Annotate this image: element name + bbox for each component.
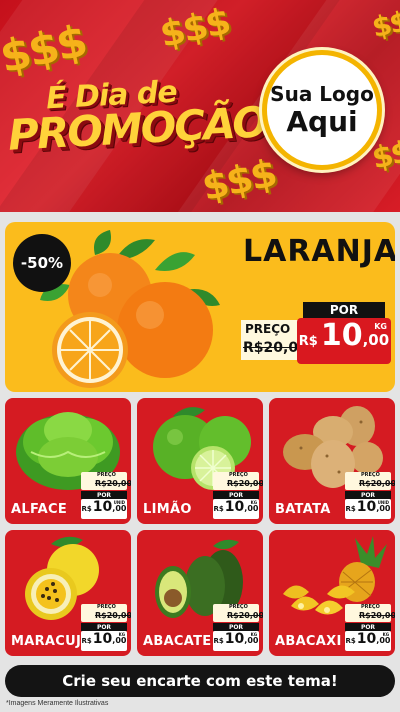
new-price-box: R$ 10 ,00 KG — [81, 631, 127, 651]
price-decimal: ,00 — [362, 331, 390, 349]
create-flyer-button[interactable]: Crie seu encarte com este tema! — [5, 665, 395, 697]
price-decimal: ,00 — [376, 504, 391, 513]
por-label: POR — [213, 623, 259, 631]
product-name: MARACUJÁ — [11, 634, 92, 649]
old-price-label: PREÇO — [361, 604, 380, 610]
currency-symbol: R$ — [298, 334, 318, 349]
product-name: ABACATE — [143, 634, 212, 649]
product-card[interactable]: MARACUJÁ PREÇO R$20,00 POR R$ 10 ,00 KG — [5, 530, 131, 656]
price-integer: 10 — [320, 318, 363, 353]
logo-placeholder[interactable]: Sua Logo Aqui — [262, 50, 382, 170]
price-integer: 10 — [356, 499, 377, 515]
product-card[interactable]: ABACATE PREÇO R$20,00 POR R$ 10 ,00 KG — [137, 530, 263, 656]
product-name: ABACAXI — [275, 634, 342, 649]
product-card[interactable]: BATATA PREÇO R$20,00 POR R$ 10 ,00 UNID — [269, 398, 395, 524]
product-card[interactable]: LIMÃO PREÇO R$20,00 POR R$ 10 ,00 KG — [137, 398, 263, 524]
price-decimal: ,00 — [244, 636, 259, 645]
product-name: LIMÃO — [143, 502, 192, 517]
price-decimal: ,00 — [112, 636, 127, 645]
old-price-box: PREÇO R$20,00 — [81, 472, 131, 490]
price-unit: UNID — [113, 500, 125, 505]
price-unit: KG — [374, 322, 387, 331]
old-price: R$20,00 — [95, 479, 131, 488]
currency-symbol: R$ — [345, 637, 356, 645]
price-integer: 10 — [224, 499, 245, 515]
logo-text-line2: Aqui — [286, 105, 358, 138]
featured-product-name: LARANJA — [243, 234, 395, 269]
price-decimal: ,00 — [376, 636, 391, 645]
old-price-label: PREÇO — [97, 604, 116, 610]
currency-symbol: R$ — [345, 505, 356, 513]
por-label: POR — [345, 491, 391, 499]
por-label: POR — [213, 491, 259, 499]
old-price-label: PREÇO — [97, 472, 116, 478]
logo-text-line1: Sua Logo — [270, 82, 374, 106]
old-price: R$20,00 — [227, 479, 263, 488]
product-name: BATATA — [275, 502, 331, 517]
price-decimal: ,00 — [112, 504, 127, 513]
old-price-label: PREÇO — [229, 472, 248, 478]
price-unit: KG — [118, 632, 125, 637]
old-price-label: PREÇO — [229, 604, 248, 610]
price-unit: KG — [382, 632, 389, 637]
product-card[interactable]: ABACAXI PREÇO R$20,00 POR R$ 10 ,00 KG — [269, 530, 395, 656]
currency-symbol: R$ — [81, 505, 92, 513]
old-price: R$20,00 — [95, 611, 131, 620]
old-price: R$20,00 — [227, 611, 263, 620]
price-unit: KG — [250, 632, 257, 637]
old-price-box: PREÇO R$20,00 — [345, 472, 395, 490]
new-price-box: R$ 10 ,00 KG — [213, 499, 259, 519]
por-label: POR — [81, 623, 127, 631]
price-unit: UNID — [377, 500, 389, 505]
por-label: POR — [303, 302, 385, 318]
por-label: POR — [345, 623, 391, 631]
por-label: POR — [81, 491, 127, 499]
discount-badge: -50% — [13, 234, 71, 292]
old-price-box: PREÇO R$20,00 — [213, 604, 263, 622]
price-tag: PREÇO R$20,00 POR R$ 10 ,00 UNID — [345, 472, 395, 522]
new-price-box: R$ 10 ,00 KG — [213, 631, 259, 651]
currency-symbol: R$ — [81, 637, 92, 645]
price-tag: PREÇO R$20,00 POR R$ 10 ,00 UNID — [81, 472, 131, 522]
featured-price-tag: POR PREÇO R$20,00 R$ 10 ,00 KG — [241, 302, 391, 366]
new-price-box: R$ 10 ,00 UNID — [345, 499, 391, 519]
old-price-label: PREÇO — [361, 472, 380, 478]
promo-header: $$$ $$$ $$$ $$$ $$$ É Dia de PROMOÇÃO Su… — [0, 0, 400, 212]
disclaimer-text: *Imagens Meramente Ilustrativas — [6, 700, 109, 707]
new-price-box: R$ 10 ,00 KG — [297, 318, 391, 364]
product-name: ALFACE — [11, 502, 68, 517]
price-decimal: ,00 — [244, 504, 259, 513]
price-unit: KG — [250, 500, 257, 505]
price-integer: 10 — [224, 631, 245, 647]
price-integer: 10 — [92, 631, 113, 647]
price-integer: 10 — [92, 499, 113, 515]
featured-product-card[interactable]: -50% LARANJA POR PREÇO R$20,00 R$ 10 ,00… — [5, 222, 395, 392]
old-price: R$20,00 — [359, 479, 395, 488]
currency-symbol: R$ — [213, 637, 224, 645]
old-price: R$20,00 — [359, 611, 395, 620]
old-price-label: PREÇO — [245, 322, 291, 336]
price-tag: PREÇO R$20,00 POR R$ 10 ,00 KG — [345, 604, 395, 654]
old-price-box: PREÇO R$20,00 — [345, 604, 395, 622]
price-integer: 10 — [356, 631, 377, 647]
new-price-box: R$ 10 ,00 KG — [345, 631, 391, 651]
new-price-box: R$ 10 ,00 UNID — [81, 499, 127, 519]
old-price-box: PREÇO R$20,00 — [213, 472, 263, 490]
old-price-box: PREÇO R$20,00 — [241, 320, 308, 360]
price-tag: PREÇO R$20,00 POR R$ 10 ,00 KG — [213, 604, 263, 654]
price-tag: PREÇO R$20,00 POR R$ 10 ,00 KG — [213, 472, 263, 522]
currency-symbol: R$ — [213, 505, 224, 513]
old-price-box: PREÇO R$20,00 — [81, 604, 131, 622]
price-tag: PREÇO R$20,00 POR R$ 10 ,00 KG — [81, 604, 131, 654]
product-card[interactable]: ALFACE PREÇO R$20,00 POR R$ 10 ,00 UNID — [5, 398, 131, 524]
